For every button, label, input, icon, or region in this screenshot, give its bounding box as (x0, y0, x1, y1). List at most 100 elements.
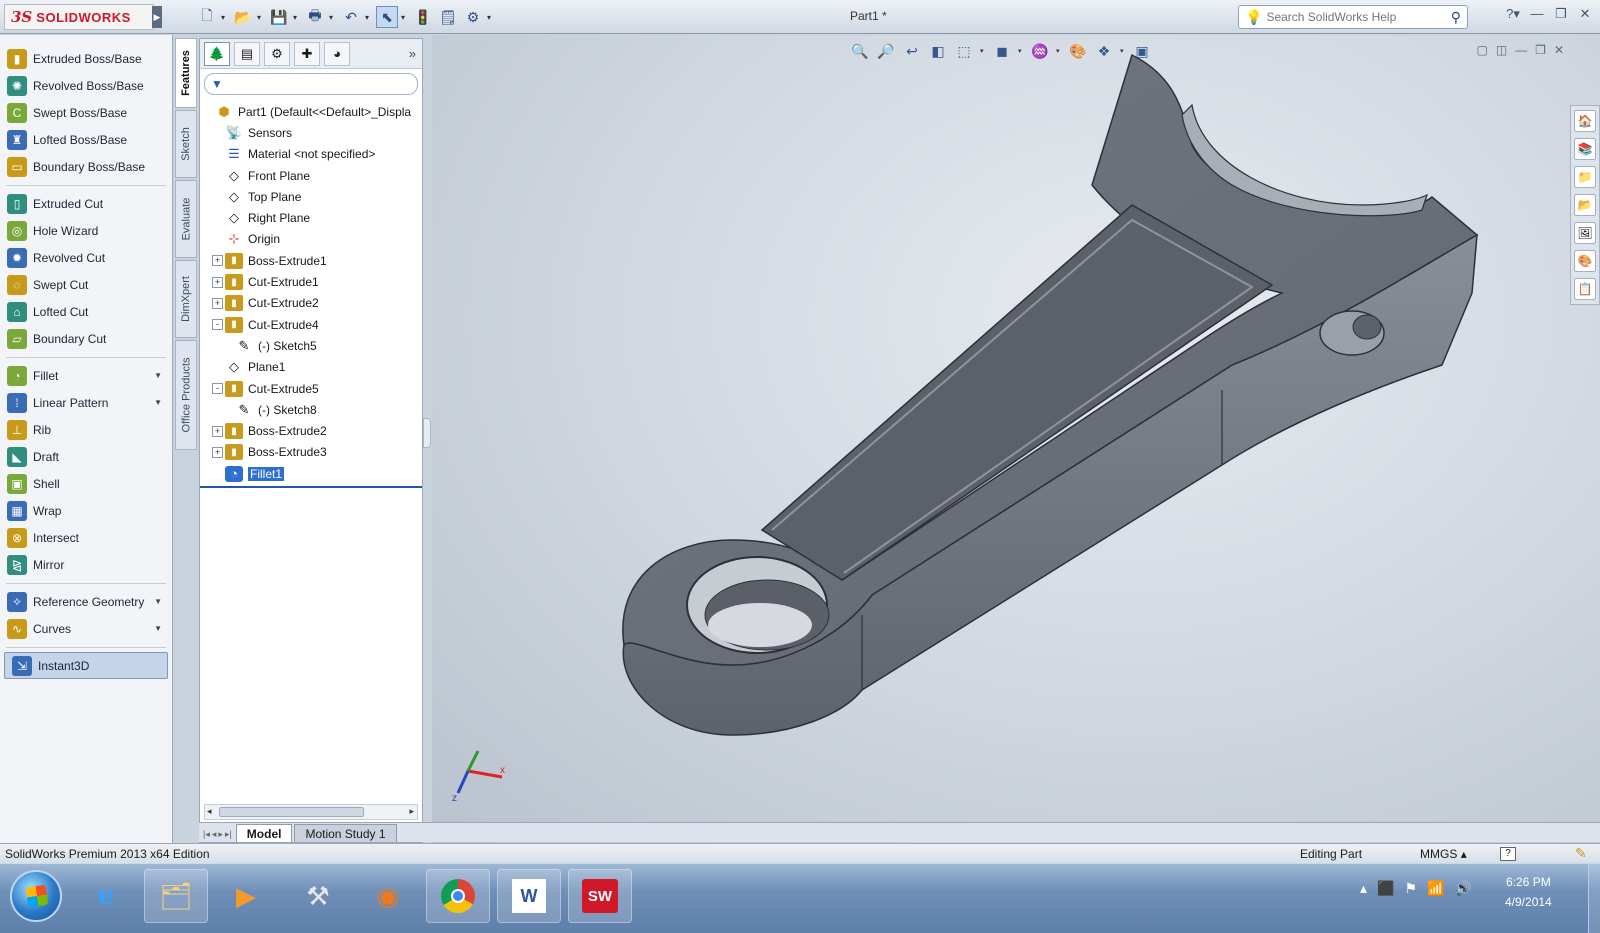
open-folder-icon[interactable]: 📂 (232, 6, 254, 28)
tools-app-icon[interactable]: ⚒ (286, 869, 350, 923)
tree-node-fillet1[interactable]: ◔ Fillet1 (200, 463, 422, 484)
expand-panel-icon[interactable]: » (409, 46, 416, 61)
tree-node-top-plane[interactable]: ◇ Top Plane (200, 186, 422, 207)
zoom-to-fit-icon[interactable]: 🔍 (850, 41, 870, 61)
volume-icon[interactable]: 🔊 (1454, 880, 1471, 897)
firefox-icon[interactable]: ◉ (356, 869, 420, 923)
select-dropdown-icon[interactable]: ▾ (401, 13, 409, 22)
save-icon[interactable]: 💾 (268, 6, 290, 28)
zoom-to-area-icon[interactable]: 🔎 (876, 41, 896, 61)
cm-revolve-cut-button[interactable]: ✹ Revolved Cut (0, 244, 172, 271)
tree-node-sensors[interactable]: 📡 Sensors (200, 122, 422, 143)
view-orientation-icon[interactable]: ⬚ (954, 41, 974, 61)
cm-loft-cut-button[interactable]: ⌂ Lofted Cut (0, 298, 172, 325)
appearances-icon[interactable]: 🎨 (1574, 250, 1596, 272)
start-button[interactable] (10, 870, 62, 922)
tab-features[interactable]: Features (175, 38, 197, 108)
section-view-icon[interactable]: ◧ (928, 41, 948, 61)
tree-node-boss-extrude3[interactable]: + ▮ Boss-Extrude3 (200, 442, 422, 463)
tray-security-icon[interactable]: ⚑ (1404, 880, 1417, 897)
next-tab-icon[interactable]: ▸ (218, 829, 223, 840)
property-manager-tab-icon[interactable]: ▤ (234, 41, 260, 66)
feature-tree-horizontal-scrollbar[interactable]: ◂ ▸ (204, 804, 418, 820)
last-tab-icon[interactable]: ▸| (225, 829, 232, 840)
search-results-icon[interactable]: 📂 (1574, 194, 1596, 216)
chevron-down-icon[interactable]: ▼ (154, 371, 162, 380)
options-dropdown-icon[interactable]: ▾ (487, 13, 495, 22)
rebuild-traffic-light-icon[interactable]: 🚦 (412, 6, 434, 28)
rollback-bar[interactable] (200, 486, 422, 489)
expand-toggle-icon[interactable]: + (212, 425, 223, 437)
tab-dimxpert[interactable]: DimXpert (175, 260, 197, 338)
view-palette-icon[interactable]: 🖼 (1574, 222, 1596, 244)
units-selector[interactable]: MMGS ▴ (1420, 847, 1467, 861)
viewport-minimize-icon[interactable]: — (1515, 43, 1527, 57)
cm-mirror-button[interactable]: ⧎ Mirror (0, 551, 172, 578)
new-dropdown-icon[interactable]: ▾ (221, 13, 229, 22)
tab-office-products[interactable]: Office Products (175, 340, 197, 450)
tree-node-front-plane[interactable]: ◇ Front Plane (200, 165, 422, 186)
tree-node-right-plane[interactable]: ◇ Right Plane (200, 207, 422, 228)
hide-show-items-icon[interactable]: ♒ (1030, 41, 1050, 61)
tree-node-cut-extrude4[interactable]: - ▮ Cut-Extrude4 (200, 314, 422, 335)
help-question-icon[interactable]: ?▾ (1504, 6, 1522, 22)
tab-sketch[interactable]: Sketch (175, 110, 197, 178)
tab-motion-study-1[interactable]: Motion Study 1 (294, 824, 397, 842)
help-search-box[interactable]: 💡 ⚲ (1238, 5, 1468, 29)
cm-linear-pattern-button[interactable]: ⁞ Linear Pattern ▼ (0, 389, 172, 416)
cm-hole-wizard-button[interactable]: ◎ Hole Wizard (0, 217, 172, 244)
dimxpert-manager-tab-icon[interactable]: ✚ (294, 41, 320, 66)
cm-rib-button[interactable]: ⊥ Rib (0, 416, 172, 443)
scroll-thumb[interactable] (219, 807, 364, 817)
pin-icon[interactable]: ✎ (1575, 845, 1587, 862)
taskbar-clock[interactable]: 6:26 PM 4/9/2014 (1505, 872, 1552, 912)
cm-sweep-cut-button[interactable]: ◌ Swept Cut (0, 271, 172, 298)
menu-expand-arrow-icon[interactable]: ▶ (152, 6, 162, 28)
collapse-toggle-icon[interactable]: - (212, 383, 223, 394)
cm-boundary-boss-button[interactable]: ▭ Boundary Boss/Base (0, 153, 172, 180)
file-explorer-icon[interactable]: 📁 (1574, 166, 1596, 188)
hide-show-dropdown-icon[interactable]: ▾ (1056, 47, 1062, 55)
view-settings-icon[interactable]: ▣ (1132, 41, 1152, 61)
network-icon[interactable]: 📶 (1427, 880, 1444, 897)
tree-node-part1-default-default-displa[interactable]: ⬢ Part1 (Default<<Default>_Displa (200, 101, 422, 122)
save-dropdown-icon[interactable]: ▾ (293, 13, 301, 22)
expand-toggle-icon[interactable]: + (212, 255, 223, 267)
tree-node-cut-extrude1[interactable]: + ▮ Cut-Extrude1 (200, 271, 422, 292)
help-search-input[interactable] (1266, 10, 1427, 24)
design-library-icon[interactable]: 📚 (1574, 138, 1596, 160)
tree-node-material-not-specified[interactable]: ☰ Material <not specified> (200, 144, 422, 165)
expand-toggle-icon[interactable]: + (212, 276, 223, 288)
close-icon[interactable]: ✕ (1576, 6, 1594, 22)
feature-tree-filter[interactable]: ▼ (204, 73, 418, 95)
file-properties-icon[interactable]: 🗒 (437, 6, 459, 28)
viewport-layout-icon[interactable]: ▢ (1476, 43, 1487, 57)
solidworks-logo[interactable]: 3S SOLIDWORKS (4, 4, 154, 30)
print-dropdown-icon[interactable]: ▾ (329, 13, 337, 22)
viewport-close-icon[interactable]: ✕ (1554, 43, 1564, 57)
apply-scene-icon[interactable]: ❖ (1094, 41, 1114, 61)
cm-shell-button[interactable]: ▣ Shell (0, 470, 172, 497)
undo-icon[interactable]: ↶ (340, 6, 362, 28)
cm-extrude-boss-button[interactable]: ▮ Extruded Boss/Base (0, 45, 172, 72)
solidworks-resources-icon[interactable]: 🏠 (1574, 110, 1596, 132)
cm-loft-boss-button[interactable]: ♜ Lofted Boss/Base (0, 126, 172, 153)
search-icon[interactable]: ⚲ (1451, 9, 1461, 26)
display-manager-tab-icon[interactable]: ◕ (324, 41, 350, 66)
cm-sweep-boss-button[interactable]: C Swept Boss/Base (0, 99, 172, 126)
chrome-icon[interactable] (426, 869, 490, 923)
cm-wrap-button[interactable]: ▦ Wrap (0, 497, 172, 524)
minimize-icon[interactable]: — (1528, 6, 1546, 22)
first-tab-icon[interactable]: |◂ (203, 829, 210, 840)
tree-node-boss-extrude2[interactable]: + ▮ Boss-Extrude2 (200, 420, 422, 441)
view-orientation-dropdown-icon[interactable]: ▾ (980, 47, 986, 55)
prev-tab-icon[interactable]: ◂ (212, 829, 217, 840)
cm-reference-geometry-button[interactable]: ✧ Reference Geometry ▼ (0, 588, 172, 615)
solidworks-taskbar-icon[interactable]: SW (568, 869, 632, 923)
new-document-icon[interactable]: 🗋 (196, 6, 218, 28)
display-style-dropdown-icon[interactable]: ▾ (1018, 47, 1024, 55)
scroll-right-icon[interactable]: ▸ (409, 806, 414, 817)
word-icon[interactable]: W (497, 869, 561, 923)
tree-node-plane1[interactable]: ◇ Plane1 (200, 357, 422, 378)
cm-curves-button[interactable]: ∿ Curves ▼ (0, 615, 172, 642)
